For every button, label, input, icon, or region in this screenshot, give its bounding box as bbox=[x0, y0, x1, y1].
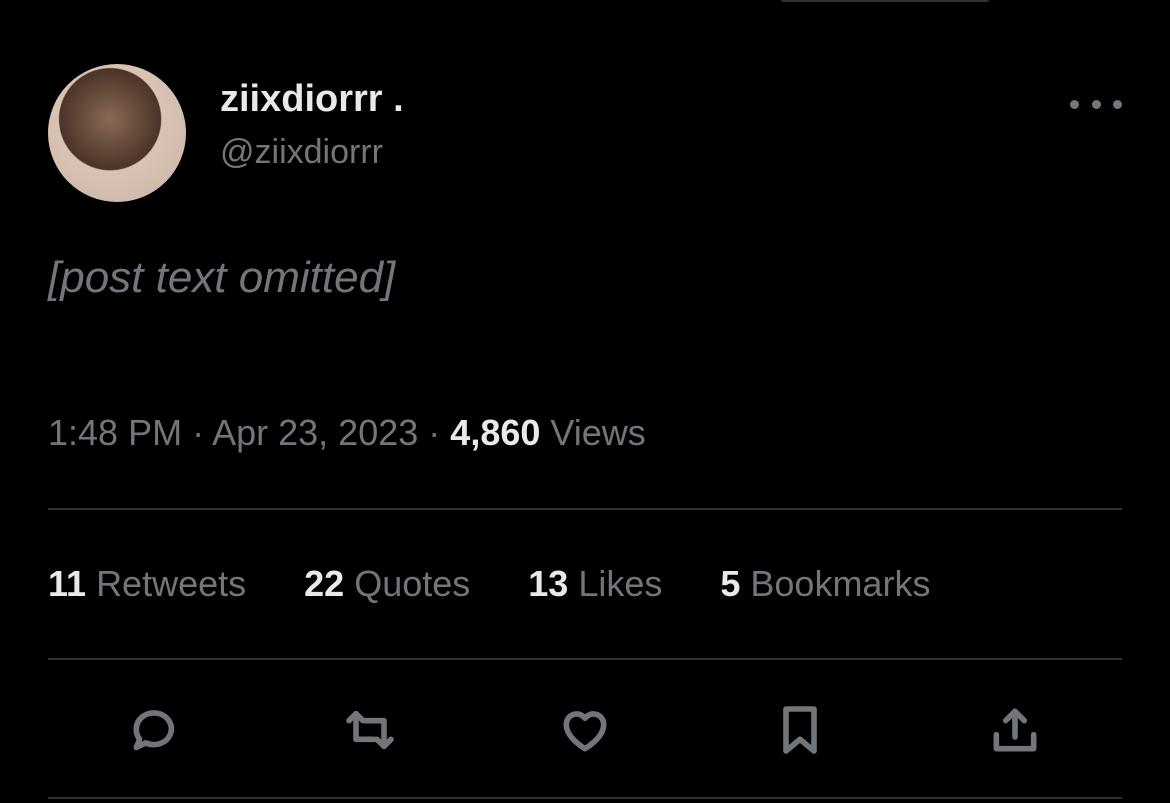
stat-label: Bookmarks bbox=[750, 563, 931, 604]
meta-separator: · bbox=[428, 412, 441, 453]
tweet-date: Apr 23, 2023 bbox=[212, 412, 419, 453]
stat-likes[interactable]: 13 Likes bbox=[528, 563, 662, 605]
stat-retweets[interactable]: 11 Retweets bbox=[48, 563, 246, 605]
views-count: 4,860 bbox=[450, 412, 541, 453]
tweet-header: ziixdiorrr . @ziixdiorrr bbox=[48, 64, 1122, 204]
stat-count: 11 bbox=[48, 563, 87, 604]
top-drag-handle bbox=[780, 0, 990, 2]
divider bbox=[48, 797, 1122, 799]
handle[interactable]: @ziixdiorrr bbox=[220, 133, 404, 172]
action-bar bbox=[48, 700, 1122, 760]
avatar[interactable] bbox=[48, 64, 186, 202]
author-names[interactable]: ziixdiorrr . @ziixdiorrr bbox=[220, 78, 404, 172]
meta-separator: · bbox=[192, 412, 205, 453]
stat-count: 22 bbox=[304, 563, 345, 604]
share-icon[interactable] bbox=[983, 698, 1047, 762]
stat-label: Quotes bbox=[354, 563, 471, 604]
views-label: Views bbox=[550, 412, 646, 453]
tweet-time: 1:48 PM bbox=[48, 412, 183, 453]
stat-count: 5 bbox=[720, 563, 741, 604]
like-icon[interactable] bbox=[553, 698, 617, 762]
stat-label: Retweets bbox=[96, 563, 247, 604]
stat-quotes[interactable]: 22 Quotes bbox=[304, 563, 470, 605]
stat-bookmarks[interactable]: 5 Bookmarks bbox=[720, 563, 930, 605]
bookmark-icon[interactable] bbox=[768, 698, 832, 762]
display-name[interactable]: ziixdiorrr . bbox=[220, 78, 404, 121]
more-options-icon[interactable] bbox=[1070, 92, 1122, 116]
stat-count: 13 bbox=[528, 563, 569, 604]
stat-label: Likes bbox=[578, 563, 663, 604]
engagement-stats: 11 Retweets 22 Quotes 13 Likes 5 Bookmarks bbox=[48, 563, 930, 605]
divider bbox=[48, 508, 1122, 510]
tweet-body: [post text omitted] bbox=[48, 253, 396, 302]
retweet-icon[interactable] bbox=[338, 698, 402, 762]
divider bbox=[48, 658, 1122, 660]
reply-icon[interactable] bbox=[123, 698, 187, 762]
tweet-meta: 1:48 PM · Apr 23, 2023 · 4,860 Views bbox=[48, 412, 646, 454]
